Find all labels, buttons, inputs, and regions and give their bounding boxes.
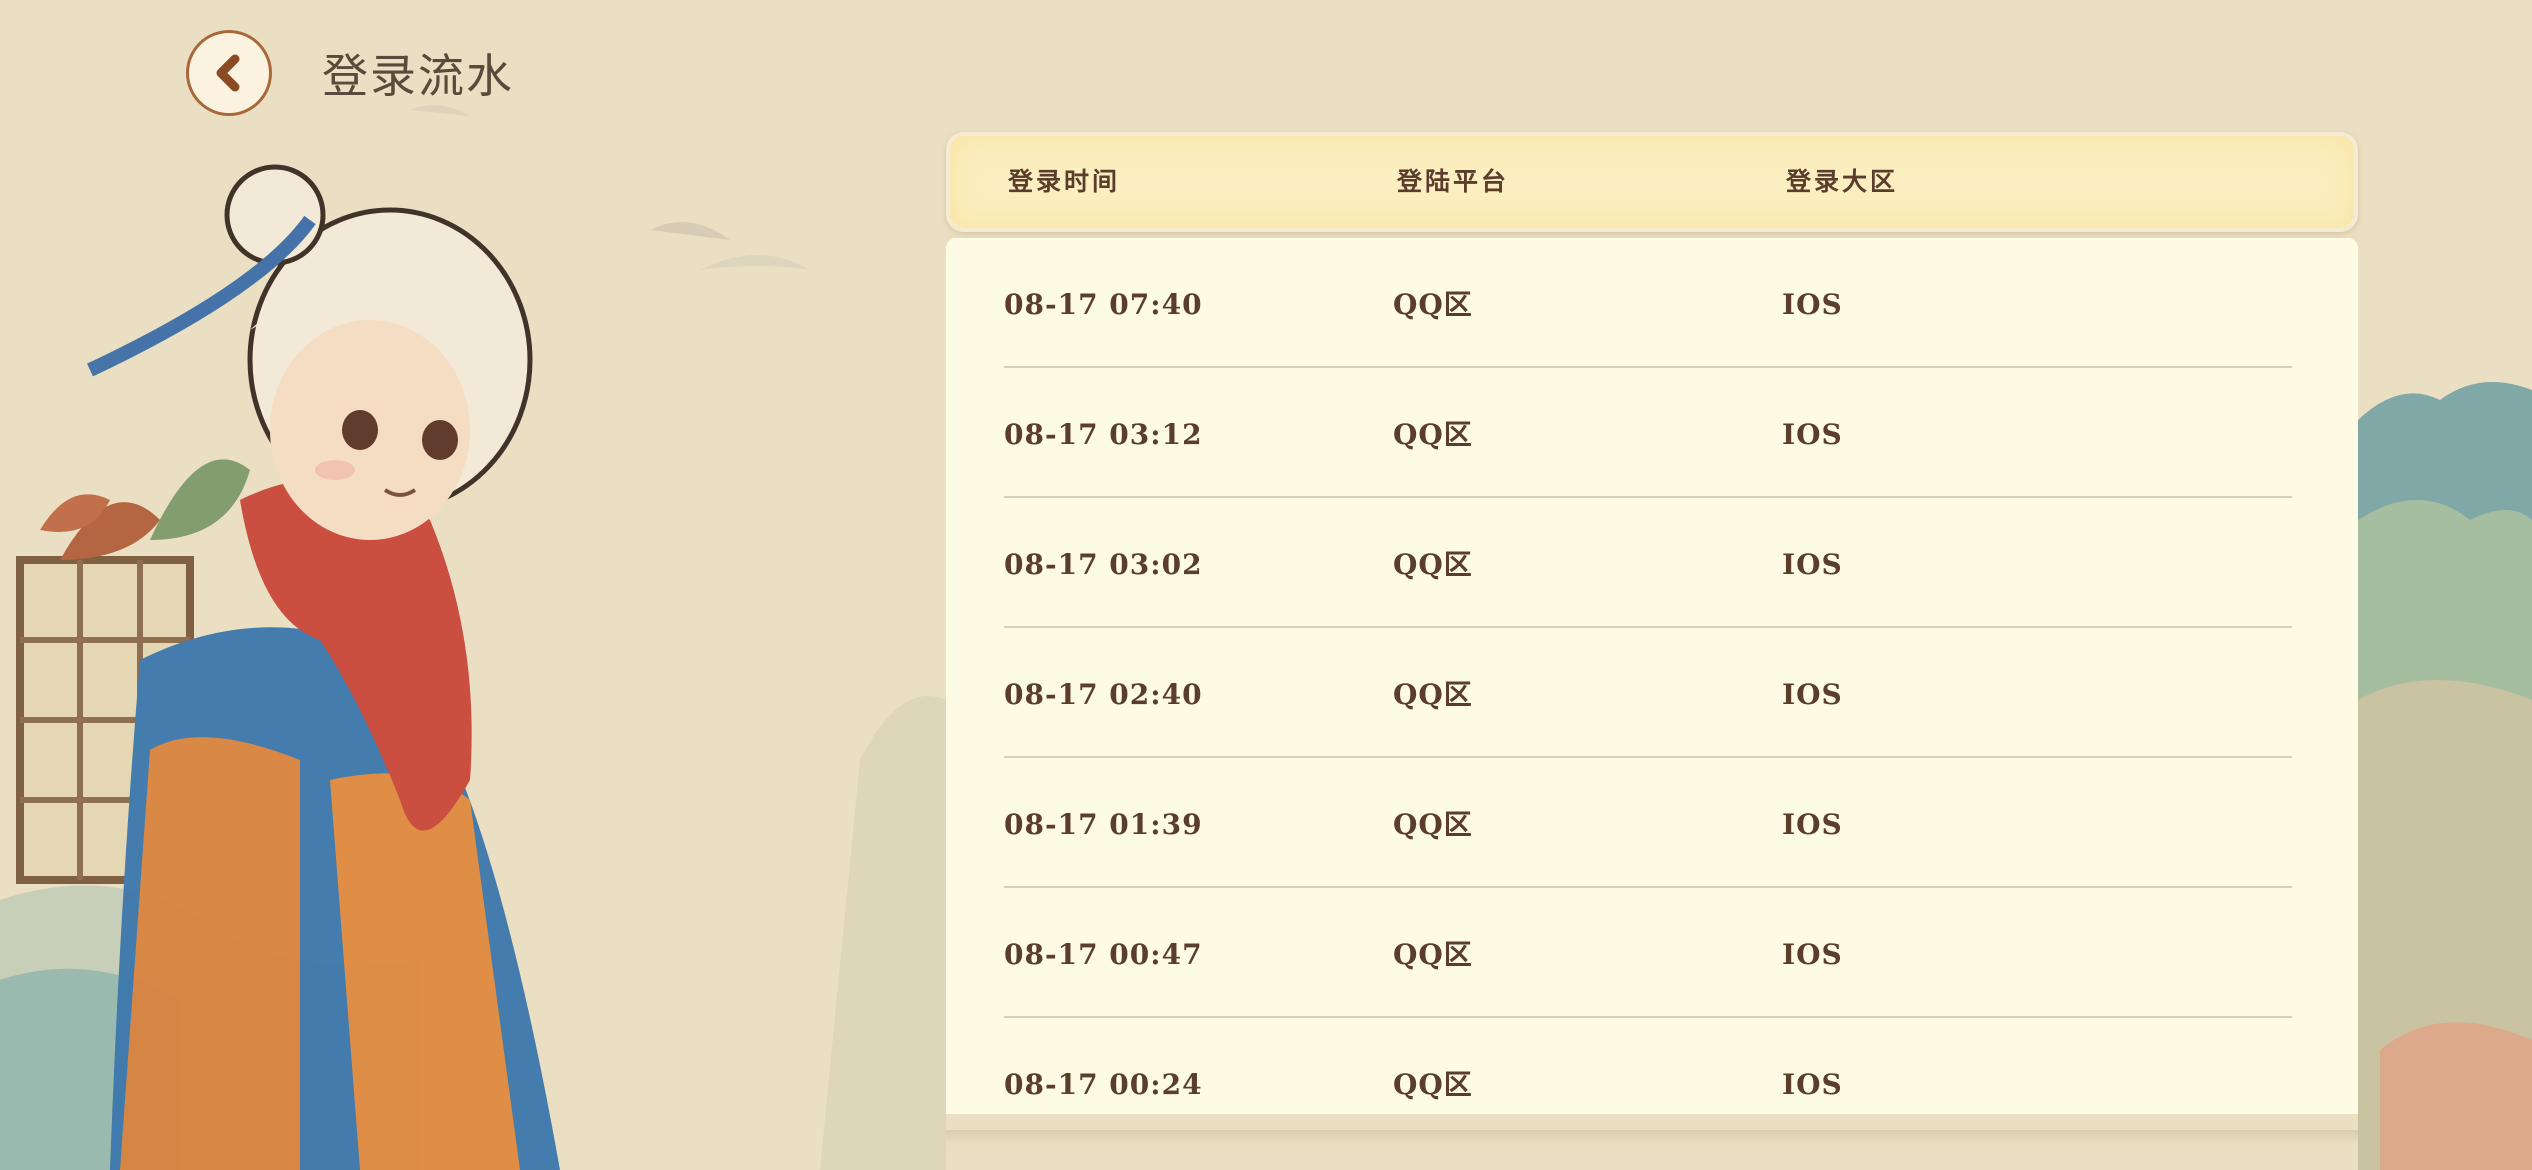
table-header: 登录时间 登陆平台 登录大区 [946, 132, 2358, 232]
login-time-cell: 08-17 07:40 [1004, 288, 1203, 321]
login-platform-cell: QQ区 [1393, 288, 1473, 321]
back-button[interactable] [186, 30, 272, 116]
chevron-left-icon [216, 54, 240, 92]
login-time-cell: 08-17 00:24 [1004, 1068, 1203, 1101]
login-platform-cell: QQ区 [1393, 678, 1473, 711]
table-row: 08-17 03:12 QQ区 IOS [1004, 368, 2292, 498]
login-zone-cell: IOS [1782, 548, 1843, 581]
table-row: 08-17 02:40 QQ区 IOS [1004, 628, 2292, 758]
column-header-login-zone: 登录大区 [1786, 167, 1899, 196]
login-platform-cell: QQ区 [1393, 938, 1473, 971]
login-history-panel: 登录时间 登陆平台 登录大区 08-17 07:40 QQ区 IOS 08-17… [946, 132, 2358, 1114]
login-time-cell: 08-17 01:39 [1004, 808, 1203, 841]
table-row: 08-17 00:47 QQ区 IOS [1004, 888, 2292, 1018]
login-platform-cell: QQ区 [1393, 808, 1473, 841]
table-body[interactable]: 08-17 07:40 QQ区 IOS 08-17 03:12 QQ区 IOS … [946, 238, 2358, 1114]
table-row: 08-17 01:39 QQ区 IOS [1004, 758, 2292, 888]
login-zone-cell: IOS [1782, 288, 1843, 321]
login-zone-cell: IOS [1782, 938, 1843, 971]
login-zone-cell: IOS [1782, 1068, 1843, 1101]
table-row: 08-17 00:24 QQ区 IOS [1004, 1018, 2292, 1114]
login-platform-cell: QQ区 [1393, 548, 1473, 581]
column-header-login-time: 登录时间 [1008, 167, 1121, 196]
column-header-login-platform: 登陆平台 [1397, 167, 1510, 196]
login-platform-cell: QQ区 [1393, 418, 1473, 451]
login-zone-cell: IOS [1782, 678, 1843, 711]
table-row: 08-17 07:40 QQ区 IOS [1004, 238, 2292, 368]
login-zone-cell: IOS [1782, 418, 1843, 451]
table-row: 08-17 03:02 QQ区 IOS [1004, 498, 2292, 628]
login-platform-cell: QQ区 [1393, 1068, 1473, 1101]
scroll-shadow [946, 1130, 2358, 1146]
login-time-cell: 08-17 03:02 [1004, 548, 1203, 581]
page-title: 登录流水 [322, 49, 514, 103]
top-bar: 登录流水 [186, 28, 514, 118]
login-time-cell: 08-17 02:40 [1004, 678, 1203, 711]
login-time-cell: 08-17 03:12 [1004, 418, 1203, 451]
login-time-cell: 08-17 00:47 [1004, 938, 1203, 971]
login-zone-cell: IOS [1782, 808, 1843, 841]
